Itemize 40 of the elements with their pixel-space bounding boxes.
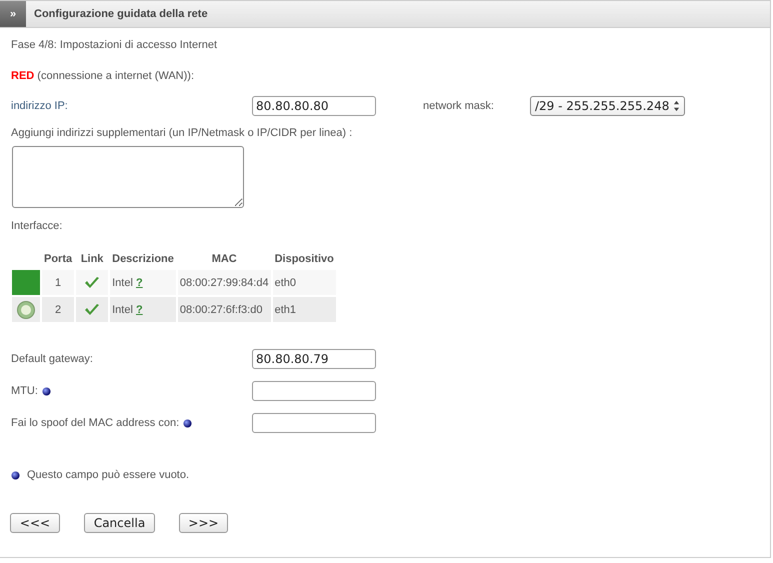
radio-button[interactable] — [18, 302, 34, 318]
table-cell: 1 — [42, 270, 74, 295]
help-link[interactable]: ? — [136, 304, 143, 316]
field-label: indirizzo IP: — [11, 100, 69, 112]
help-link[interactable]: ? — [136, 276, 143, 288]
table-cell-text: Intel — [112, 276, 134, 288]
column-header: Dispositivo — [274, 252, 335, 267]
optional-dot-icon — [11, 470, 20, 480]
table-cell: 08:00:27:6f:f3:d0 — [178, 297, 271, 322]
table-cell-text: Intel — [112, 304, 134, 316]
nav-button[interactable]: Cancella — [84, 513, 155, 533]
input-field[interactable] — [252, 381, 376, 401]
table-cell: 2 — [42, 297, 74, 322]
input-field[interactable] — [252, 413, 376, 433]
field-label: MTU: — [11, 385, 38, 397]
netmask-select[interactable]: /29 - 255.255.255.248 — [530, 96, 685, 116]
nav-button[interactable]: <<< — [10, 513, 60, 533]
column-header: MAC — [210, 252, 238, 267]
panel-title: Configurazione guidata della rete — [34, 8, 208, 20]
column-header: Descrizione — [111, 252, 175, 267]
field-label: network mask: — [423, 100, 495, 112]
note-text: Questo campo può essere vuoto. — [27, 469, 190, 481]
field-label: Fai lo spoof del MAC address con: — [11, 417, 180, 429]
input-field[interactable]: 80.80.80.79 — [252, 349, 376, 369]
column-header: Porta — [43, 252, 74, 267]
ip-field[interactable]: 80.80.80.80 — [252, 96, 376, 116]
zone-name: RED — [11, 70, 34, 82]
collapse-button[interactable]: » — [0, 1, 26, 27]
addresses-field[interactable] — [12, 146, 244, 208]
spinner-icon — [673, 100, 680, 112]
field-label: Default gateway: — [11, 353, 93, 365]
step-text: Fase 4/8: Impostazioni di accesso Internet — [11, 39, 218, 53]
table-cell: eth0 — [272, 270, 336, 295]
table-cell: 08:00:27:99:84:d4 — [178, 270, 271, 295]
table-cell: eth1 — [272, 297, 336, 322]
zone-description: (connessione a internet (WAN)): — [36, 70, 194, 82]
field-label: Aggiungi indirizzi supplementari (un IP/Netmask o IP/CIDR per linea) : — [11, 127, 354, 141]
nav-button[interactable]: >>> — [179, 513, 228, 533]
column-header: Link — [80, 252, 104, 267]
section-label: Interfacce: — [11, 220, 64, 234]
